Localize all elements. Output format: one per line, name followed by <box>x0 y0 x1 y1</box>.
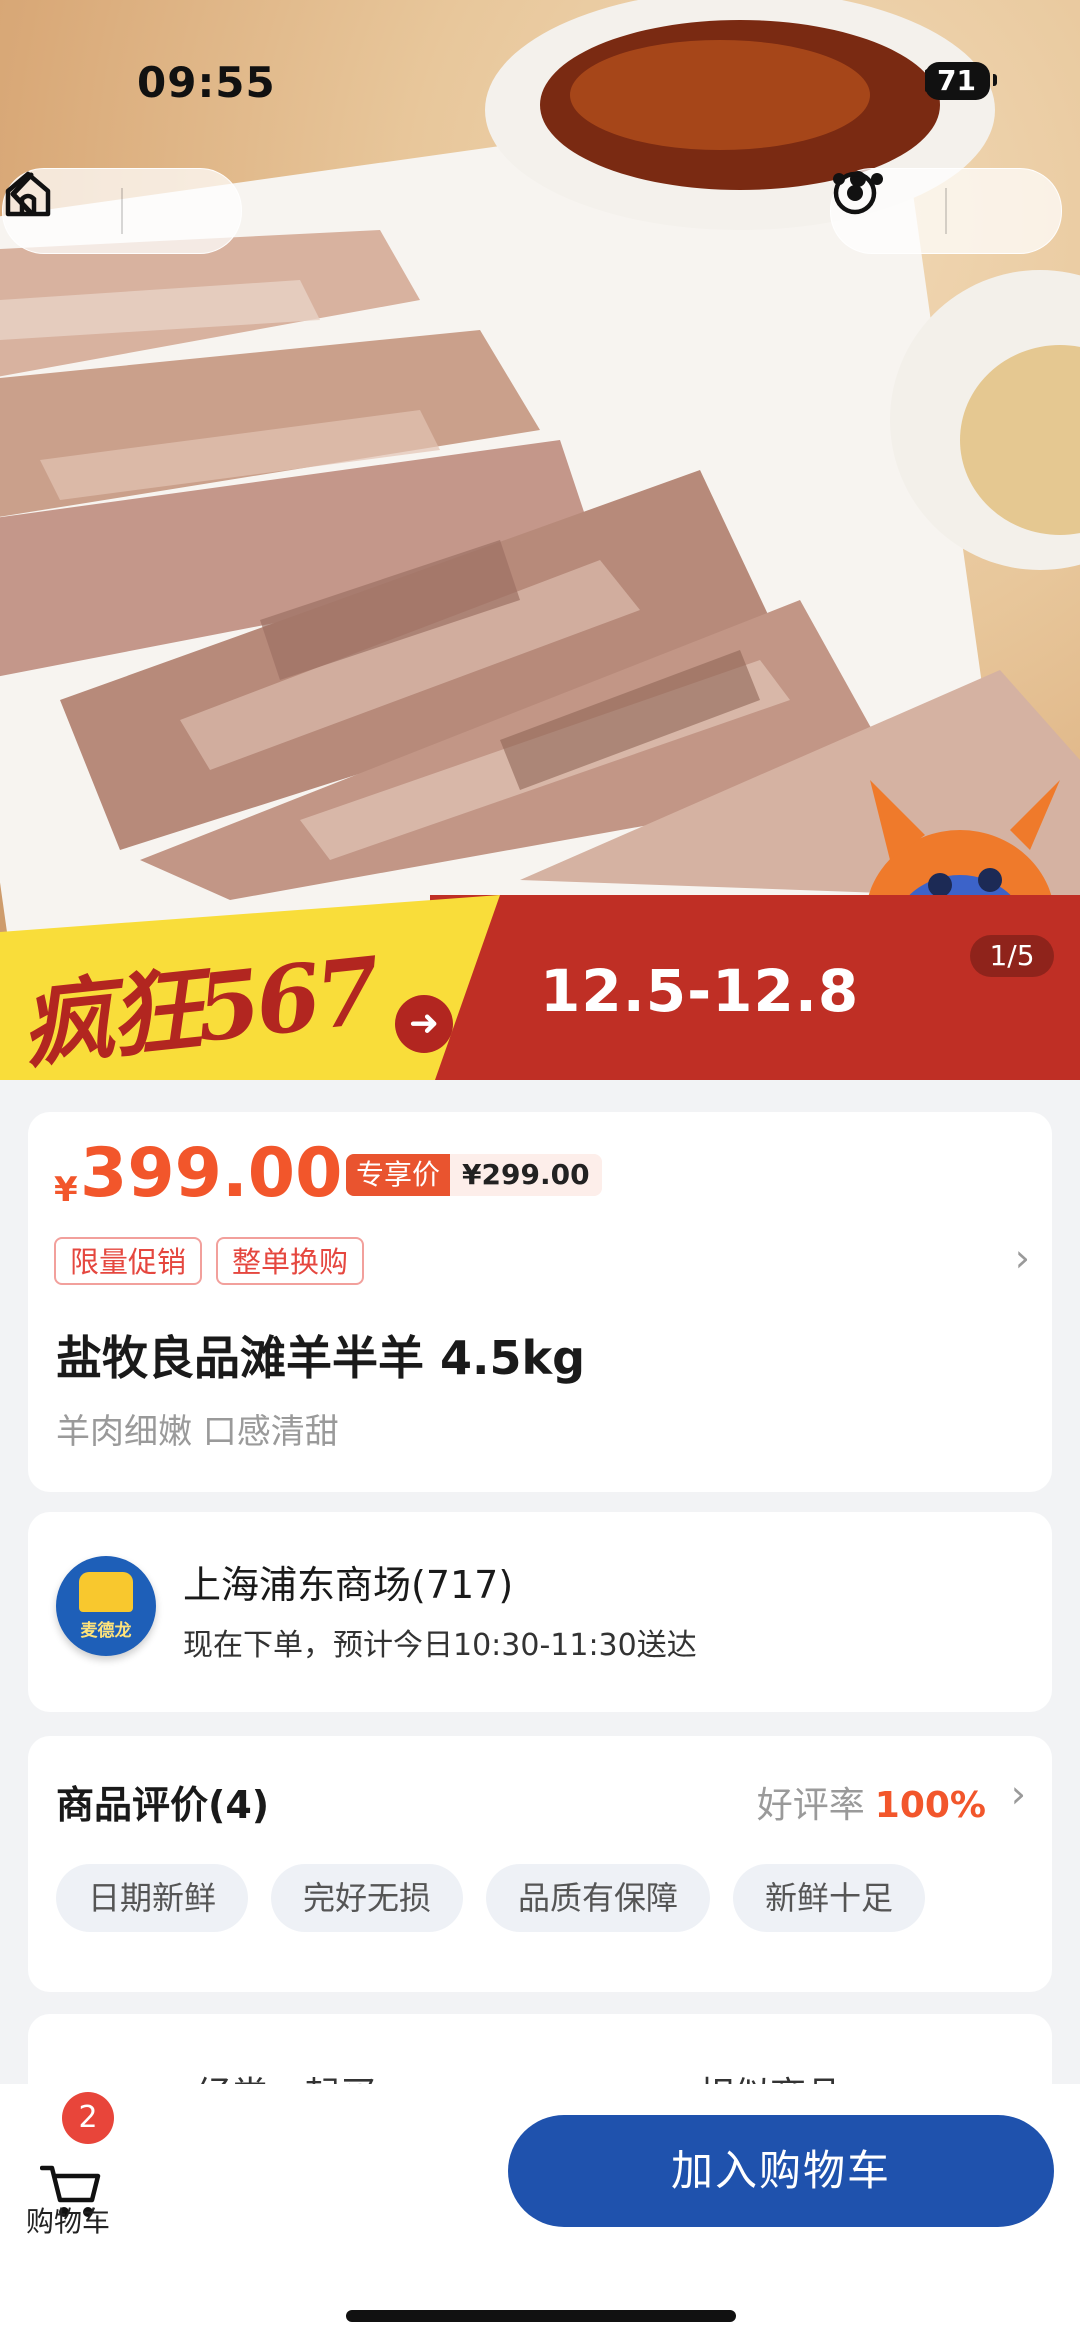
product-title: 盐牧良品滩羊半羊 4.5kg <box>56 1331 586 1385</box>
home-icon <box>5 171 51 217</box>
store-name: 上海浦东商场(717) <box>183 1563 514 1607</box>
review-chip[interactable]: 日期新鲜 <box>56 1864 249 1932</box>
chevron-right-icon[interactable]: › <box>1011 1772 1026 1816</box>
arrow-right-icon: ➜ <box>395 995 453 1053</box>
product-info-card: ¥ 399.00 专享价 ¥299.00 限量促销 整单换购 › 盐牧良品滩羊半… <box>28 1112 1052 1492</box>
promo-date-range: 12.5-12.8 <box>540 957 860 1025</box>
review-chip[interactable]: 新鲜十足 <box>733 1864 926 1932</box>
store-logo-mark <box>79 1571 133 1612</box>
status-time: 09:55 <box>137 58 276 107</box>
nav-capsule-right <box>830 168 1062 254</box>
chevron-right-icon[interactable]: › <box>1015 1236 1030 1280</box>
review-rate-value: 100% <box>874 1785 986 1826</box>
image-pager: 1/5 <box>970 935 1054 977</box>
promo-tag[interactable]: 整单换购 <box>216 1237 365 1285</box>
vip-price-value: ¥299.00 <box>450 1154 602 1196</box>
status-icons: 71 <box>925 62 997 100</box>
delivery-eta: 现在下单，预计今日10:30-11:30送达 <box>183 1628 697 1663</box>
store-logo: 麦德龙 <box>56 1556 156 1656</box>
vip-price-badge: 专享价 ¥299.00 <box>346 1154 602 1196</box>
battery-indicator: 71 <box>925 62 997 100</box>
nav-capsule-left <box>2 168 242 254</box>
promo-tag[interactable]: 限量促销 <box>54 1237 203 1285</box>
cart-count-badge: 2 <box>62 2092 114 2144</box>
add-to-cart-button[interactable]: 加入购物车 <box>508 2115 1054 2227</box>
home-button[interactable] <box>5 169 241 253</box>
review-chip[interactable]: 品质有保障 <box>486 1864 711 1932</box>
price-symbol: ¥ <box>54 1170 78 1210</box>
product-image-carousel[interactable]: 09:55 71 疯狂567 ➜ 12.5-12.8 1/5 <box>0 0 1080 1080</box>
close-miniprogram-button[interactable] <box>833 169 1061 253</box>
review-rate-link[interactable]: 好评率 100% <box>757 1776 986 1828</box>
target-icon <box>833 171 877 215</box>
vip-price-tag: 专享价 <box>346 1154 451 1196</box>
cart-label: 购物车 <box>26 2205 111 2238</box>
product-subtitle: 羊肉细嫩 口感清甜 <box>56 1412 339 1452</box>
review-chip[interactable]: 完好无损 <box>271 1864 464 1932</box>
store-card[interactable]: 麦德龙 上海浦东商场(717) 现在下单，预计今日10:30-11:30送达 <box>28 1512 1052 1712</box>
product-price: 399.00 <box>80 1134 343 1213</box>
review-card: 商品评价(4) 好评率 100% › 日期新鲜 完好无损 品质有保障 新鲜十足 <box>28 1736 1052 1992</box>
store-brand: 麦德龙 <box>80 1620 132 1641</box>
review-title: 商品评价(4) <box>56 1783 270 1827</box>
promo-banner[interactable]: 疯狂567 ➜ 12.5-12.8 <box>0 895 1080 1080</box>
review-rate-label: 好评率 <box>756 1785 865 1826</box>
home-indicator <box>346 2310 736 2322</box>
